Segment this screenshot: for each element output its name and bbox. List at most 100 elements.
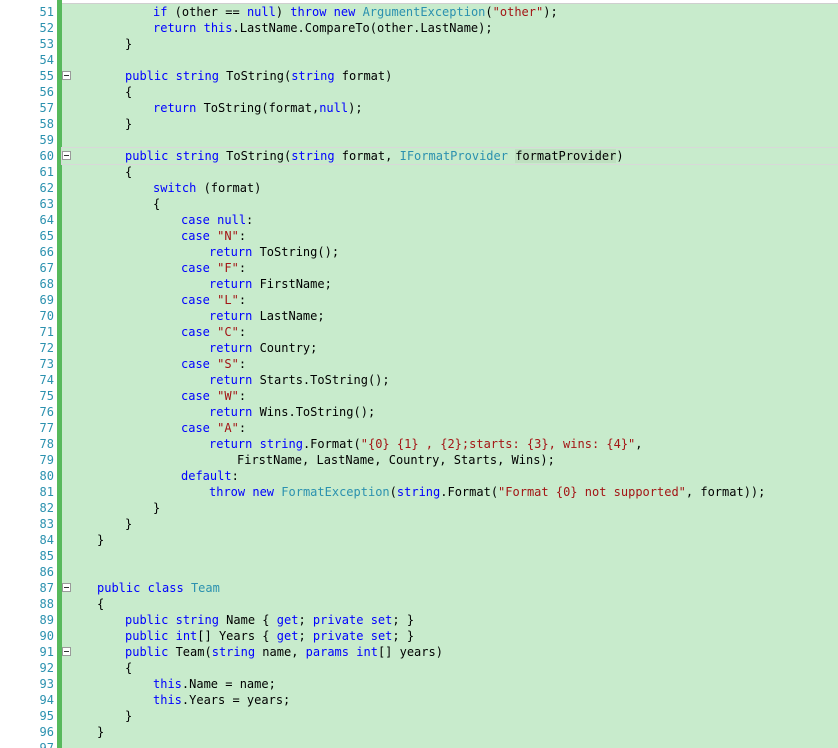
code-token: Team( [168, 645, 212, 659]
code-line[interactable]: case null: [62, 212, 838, 228]
code-token: : [238, 293, 247, 307]
code-line-text: { [125, 84, 132, 100]
keyword-token: public [125, 69, 169, 83]
code-line[interactable]: return Country; [62, 340, 838, 356]
collapse-region-icon[interactable] [62, 71, 71, 80]
code-line[interactable]: } [62, 116, 838, 132]
code-line[interactable]: case "N": [62, 228, 838, 244]
code-line-text: public Team(string name, params int[] ye… [125, 644, 443, 660]
keyword-token: string [175, 149, 219, 163]
code-line[interactable]: default: [62, 468, 838, 484]
code-line-text: return string.Format("{0} {1} , {2};star… [209, 436, 643, 452]
line-number: 75 [39, 389, 54, 403]
code-line-text: return FirstName; [209, 276, 332, 292]
code-line[interactable]: public int[] Years { get; private set; } [62, 628, 838, 644]
line-number: 96 [39, 725, 54, 739]
code-line[interactable]: } [62, 36, 838, 52]
collapse-region-icon[interactable] [62, 151, 71, 160]
code-token: { [153, 197, 161, 211]
code-line[interactable]: { [62, 660, 838, 676]
string-token: "{0} {1} , {2};starts: {3}, wins: {4}" [360, 437, 636, 451]
code-line[interactable] [62, 564, 838, 580]
code-line[interactable]: { [62, 164, 838, 180]
keyword-token: return [209, 309, 253, 323]
code-line[interactable]: return Starts.ToString(); [62, 372, 838, 388]
code-line[interactable]: this.Years = years; [62, 692, 838, 708]
code-line[interactable]: case "C": [62, 324, 838, 340]
code-line[interactable]: if (other == null) throw new ArgumentExc… [62, 4, 838, 20]
code-line-text: this.Years = years; [153, 692, 290, 708]
code-line[interactable] [62, 132, 838, 148]
keyword-token: new [252, 485, 275, 499]
code-line[interactable]: case "S": [62, 356, 838, 372]
keyword-token: case [181, 261, 210, 275]
code-line-text: default: [181, 468, 239, 484]
code-token: { [125, 661, 133, 675]
code-line[interactable]: case "L": [62, 292, 838, 308]
code-line[interactable]: return ToString(); [62, 244, 838, 260]
code-text-area[interactable]: if (other == null) throw new ArgumentExc… [61, 4, 838, 748]
code-line[interactable]: return LastName; [62, 308, 838, 324]
code-editor[interactable]: 51 52 53 54 55 56 57 58 59 60 61 62 63 64 65 66 67 68 69 70… [0, 0, 838, 748]
code-line-text: return this.LastName.CompareTo(other.Las… [153, 20, 493, 36]
code-token: .Format( [302, 437, 361, 451]
code-line[interactable]: { [62, 596, 838, 612]
keyword-token: set [370, 629, 393, 643]
code-line[interactable]: switch (format) [62, 180, 838, 196]
code-token: : [238, 229, 247, 243]
string-token: "S" [217, 357, 239, 371]
code-token: { [97, 597, 105, 611]
code-line[interactable]: return FirstName; [62, 276, 838, 292]
collapse-region-icon[interactable] [62, 583, 71, 592]
code-line[interactable]: FirstName, LastName, Country, Starts, Wi… [62, 452, 838, 468]
code-line[interactable]: case "W": [62, 388, 838, 404]
code-token: format, [334, 149, 400, 163]
string-token: "C" [217, 325, 239, 339]
code-line[interactable]: case "A": [62, 420, 838, 436]
code-line-text: case "S": [181, 356, 246, 372]
code-line[interactable]: } [62, 724, 838, 740]
code-line[interactable]: } [62, 708, 838, 724]
collapse-region-icon[interactable] [62, 647, 71, 656]
code-line[interactable]: } [62, 532, 838, 548]
line-number: 76 [39, 405, 54, 419]
code-line[interactable]: public string ToString(string format, IF… [61, 147, 838, 165]
line-number: 71 [39, 325, 54, 339]
line-number: 61 [39, 165, 54, 179]
code-line-text: } [153, 500, 160, 516]
code-line[interactable]: public string Name { get; private set; } [62, 612, 838, 628]
code-line[interactable] [62, 52, 838, 68]
code-line[interactable]: return ToString(format,null); [62, 100, 838, 116]
line-number: 77 [39, 421, 54, 435]
code-line[interactable]: public class Team [62, 580, 838, 596]
keyword-token: case [181, 229, 210, 243]
code-line-text: public string Name { get; private set; } [125, 612, 414, 628]
code-line[interactable]: } [62, 500, 838, 516]
code-line[interactable] [62, 548, 838, 564]
code-line[interactable]: this.Name = name; [62, 676, 838, 692]
line-number: 62 [39, 181, 54, 195]
code-line[interactable]: public string ToString(string format) [62, 68, 838, 84]
code-line[interactable]: return this.LastName.CompareTo(other.Las… [62, 20, 838, 36]
code-line[interactable]: return string.Format("{0} {1} , {2};star… [62, 436, 838, 452]
string-token: "W" [217, 389, 239, 403]
code-token: } [125, 117, 133, 131]
code-token: ToString(); [252, 245, 340, 259]
code-line[interactable]: throw new FormatException(string.Format(… [62, 484, 838, 500]
keyword-token: return [153, 21, 197, 35]
code-token: .Format( [440, 485, 499, 499]
line-number: 94 [39, 693, 54, 707]
code-line[interactable]: { [62, 84, 838, 100]
code-line[interactable]: { [62, 196, 838, 212]
code-token: ; } [392, 613, 415, 627]
keyword-token: switch [153, 181, 197, 195]
line-number: 97 [39, 741, 54, 748]
code-line[interactable] [62, 740, 838, 748]
keyword-token: get [276, 613, 299, 627]
code-line[interactable]: case "F": [62, 260, 838, 276]
line-number: 68 [39, 277, 54, 291]
code-line[interactable]: public Team(string name, params int[] ye… [62, 644, 838, 660]
code-line[interactable]: return Wins.ToString(); [62, 404, 838, 420]
code-line[interactable]: } [62, 516, 838, 532]
